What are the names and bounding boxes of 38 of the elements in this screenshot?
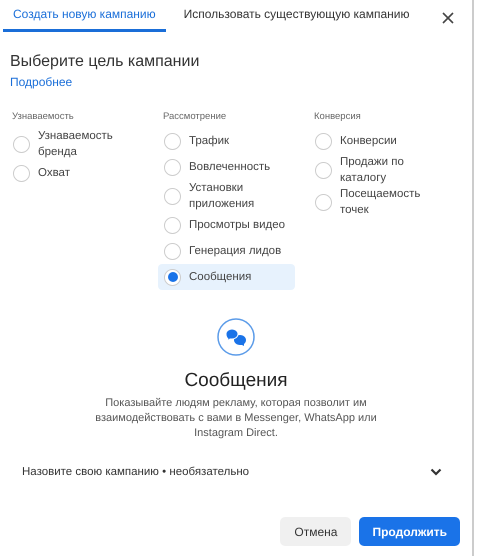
- campaign-name-section[interactable]: Назовите свою кампанию • необязательно: [22, 463, 442, 481]
- radio-button[interactable]: [315, 162, 332, 178]
- objective-option[interactable]: Конверсии: [309, 128, 446, 154]
- objective-option[interactable]: Генерация лидов: [158, 238, 295, 264]
- column-heading: Рассмотрение: [163, 111, 228, 122]
- cancel-button[interactable]: Отмена: [280, 517, 352, 546]
- radio-button[interactable]: [164, 268, 181, 286]
- objective-option[interactable]: Продажи по каталогу: [309, 154, 446, 186]
- objective-title: Сообщения: [184, 370, 288, 392]
- objective-option[interactable]: Установки приложения: [158, 180, 295, 212]
- objective-description: Показывайте людям рекламу, которая позволит им взаимодействовать с вами в Messenger, WhatsApp или Instagram Direct.: [94, 396, 378, 441]
- objective-option[interactable]: Охват: [7, 160, 144, 186]
- objective-option[interactable]: Узнаваемость бренда: [7, 128, 144, 160]
- learn-more-link[interactable]: Подробнее: [10, 75, 72, 89]
- close-icon[interactable]: [442, 12, 454, 24]
- radio-button[interactable]: [164, 188, 181, 204]
- continue-button[interactable]: Продолжить: [359, 517, 460, 546]
- objective-option[interactable]: Посещаемость точек: [309, 186, 446, 218]
- tab[interactable]: Создать новую кампанию: [3, 7, 166, 32]
- objective-option[interactable]: Просмотры видео: [158, 212, 295, 238]
- radio-button[interactable]: [164, 158, 181, 176]
- objective-option[interactable]: Вовлеченность: [158, 154, 295, 180]
- radio-button[interactable]: [164, 216, 181, 234]
- dialog-heading: Выберите цель кампании: [10, 53, 200, 71]
- radio-button[interactable]: [315, 194, 332, 210]
- objective-option[interactable]: Трафик: [158, 128, 295, 154]
- section-label: Назовите свою кампанию • необязательно: [22, 466, 250, 478]
- radio-button[interactable]: [164, 242, 181, 260]
- chat-bubbles-icon: [217, 318, 255, 356]
- objective-option[interactable]: Сообщения: [158, 264, 295, 290]
- radio-button[interactable]: [13, 164, 30, 182]
- tab[interactable]: Использовать существующую кампанию: [174, 7, 420, 32]
- radio-button[interactable]: [13, 136, 30, 152]
- column-heading: Узнаваемость: [12, 111, 75, 122]
- radio-button[interactable]: [315, 132, 332, 150]
- radio-button[interactable]: [164, 132, 181, 150]
- column-heading: Конверсия: [314, 111, 362, 122]
- chevron-down-icon[interactable]: [430, 468, 442, 476]
